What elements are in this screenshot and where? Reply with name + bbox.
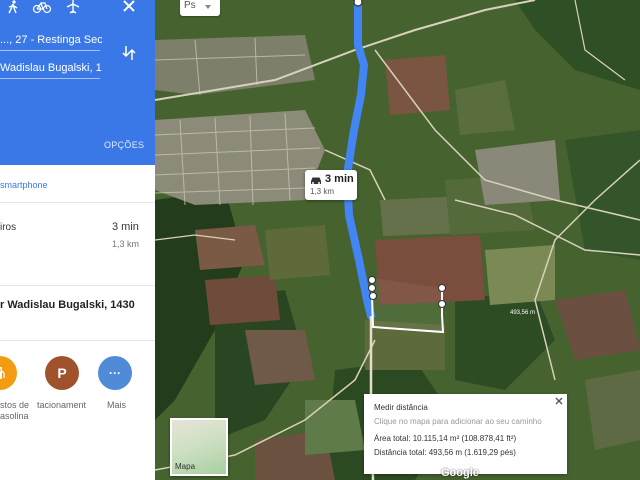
measure-area: Área total: 10.115,14 m² (108.878,41 ft²… (374, 434, 517, 443)
measure-hint: Clique no mapa para adicionar ao seu cam… (374, 417, 542, 426)
route-option-name[interactable]: iros (0, 222, 16, 233)
route-option-distance: 1,3 km (112, 239, 140, 249)
layers-label: Mapa (175, 462, 196, 471)
swap-icon[interactable] (121, 44, 137, 62)
destination-underline (0, 78, 100, 79)
parking-button[interactable]: P (45, 356, 79, 390)
flight-icon[interactable] (64, 0, 82, 14)
measure-distance-card: Medir distância Clique no mapa para adic… (364, 394, 567, 474)
close-icon[interactable] (121, 0, 137, 14)
fuel-icon (0, 367, 5, 379)
route-option-time: 3 min (112, 221, 139, 233)
gas-station-label: stos de asolina (0, 400, 30, 421)
measure-point[interactable] (368, 276, 376, 284)
measure-point[interactable] (438, 284, 446, 292)
measure-point[interactable] (369, 292, 377, 300)
chevron-down-icon (205, 5, 211, 9)
gas-station-button[interactable] (0, 356, 17, 390)
destination-field[interactable]: Wadislau Bugalski, 1430 (0, 62, 102, 74)
divider (0, 202, 155, 203)
bubble-time: 3 min (325, 173, 354, 185)
measure-point[interactable] (368, 284, 376, 292)
walk-icon[interactable] (4, 0, 22, 14)
divider (0, 285, 155, 286)
more-icon: ··· (109, 366, 121, 380)
origin-field[interactable]: ..., 27 - Restinga Seca, ... (0, 34, 102, 46)
destination-title: r Wadislau Bugalski, 1430 (0, 299, 135, 311)
segment-length-label: 493,56 m (510, 310, 536, 316)
parking-icon: P (57, 365, 67, 381)
car-icon (311, 177, 321, 184)
options-button[interactable]: OPÇÕES (104, 140, 144, 150)
google-logo: Google (441, 467, 479, 479)
close-icon[interactable] (554, 396, 564, 406)
measure-point[interactable] (438, 300, 446, 308)
parking-label: tacionament (37, 400, 87, 410)
more-label: Mais (107, 400, 127, 410)
directions-panel: ..., 27 - Restinga Seca, ... Wadislau Bu… (0, 0, 155, 480)
send-to-phone-link[interactable]: smartphone (0, 180, 48, 190)
directions-header: ..., 27 - Restinga Seca, ... Wadislau Bu… (0, 0, 155, 165)
origin-underline (0, 50, 100, 51)
more-button[interactable]: ··· (98, 356, 132, 390)
bubble-distance: 1,3 km (310, 187, 335, 196)
divider (0, 340, 155, 341)
measure-title: Medir distância (374, 403, 428, 412)
map-layers-toggle[interactable]: Mapa (170, 418, 228, 476)
destination-pin-icon[interactable] (353, 0, 363, 7)
route-info-bubble[interactable]: 3 min 1,3 km (305, 170, 357, 200)
map-search-input[interactable]: Ps (180, 0, 220, 16)
measure-distance: Distância total: 493,56 m (1.619,29 pés) (374, 448, 516, 457)
bicycle-icon[interactable] (32, 0, 52, 14)
